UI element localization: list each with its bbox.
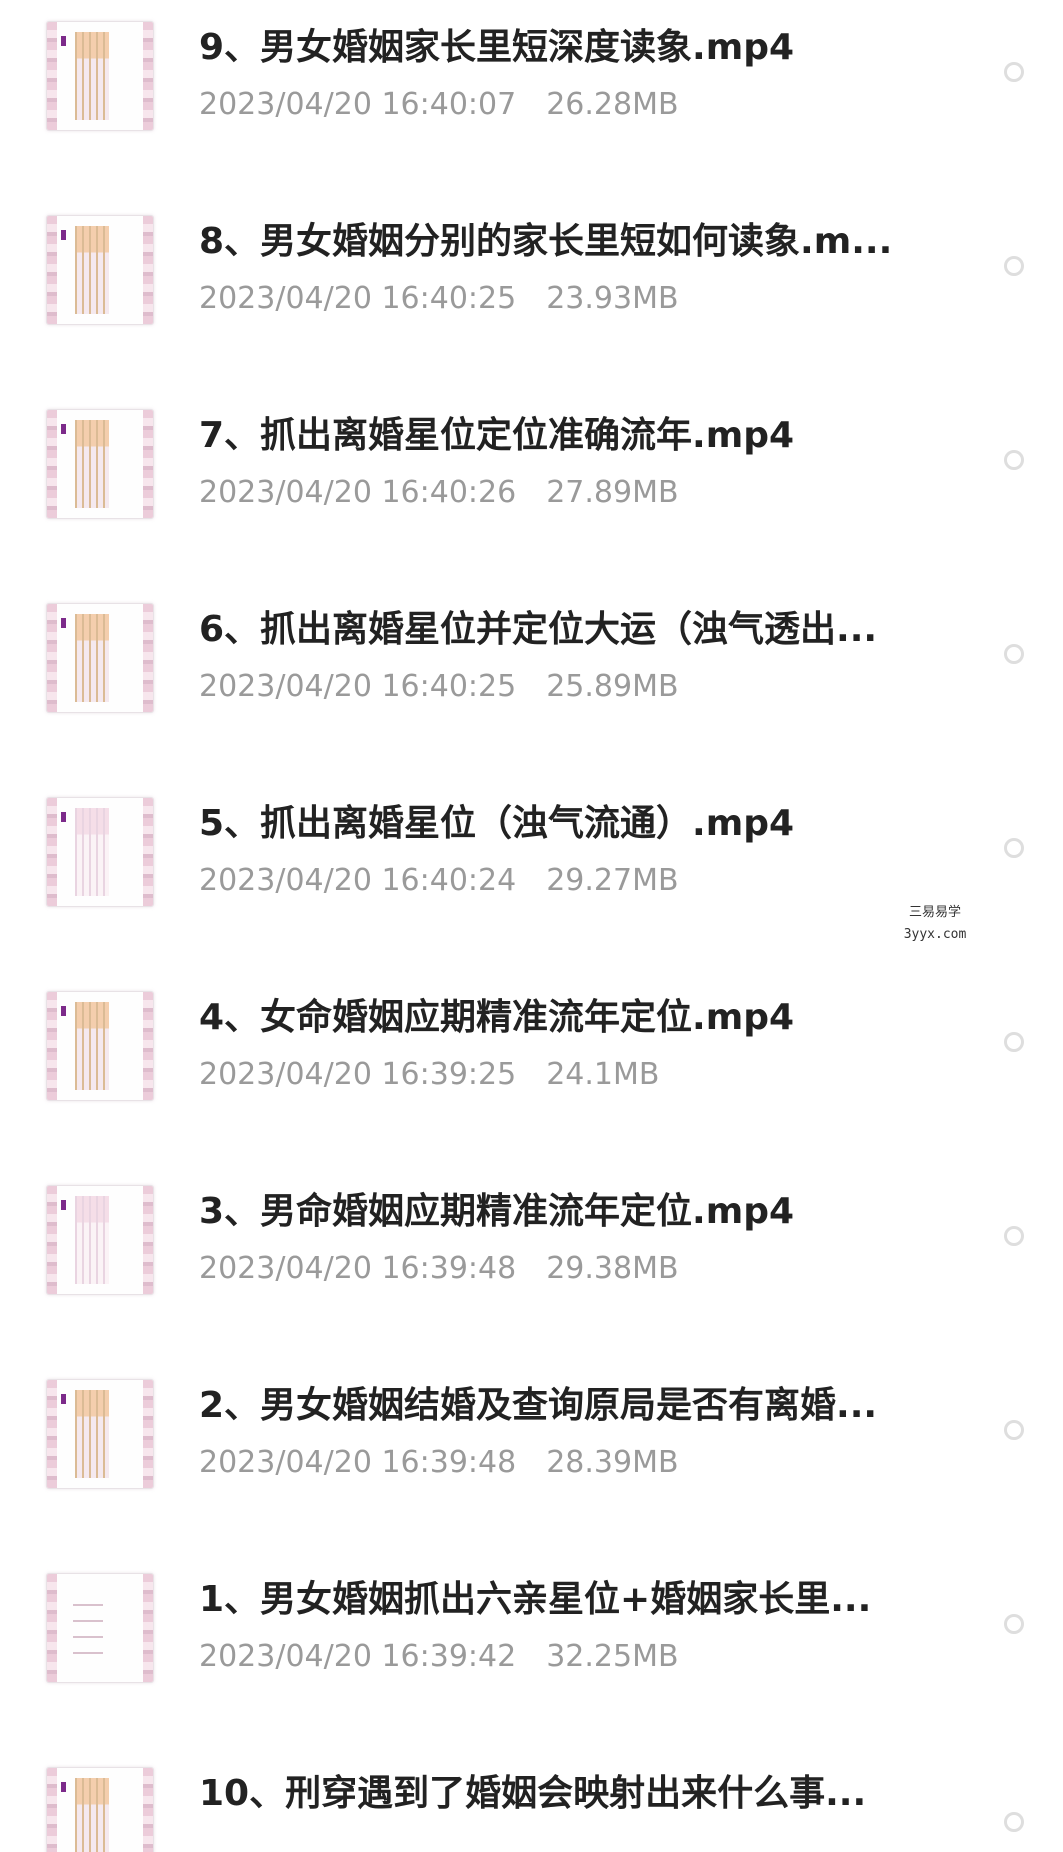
file-date: 2023/04/20 16:39:48 <box>199 1251 517 1286</box>
list-item[interactable]: 6、抓出离婚星位并定位大运（浊气透出... 2023/04/20 16:40:2… <box>0 582 1063 776</box>
list-item[interactable]: 2、男女婚姻结婚及查询原局是否有离婚... 2023/04/20 16:39:4… <box>0 1358 1063 1552</box>
file-size: 27.89MB <box>546 475 679 510</box>
watermark-line1: 三易易学 <box>908 905 961 920</box>
file-date: 2023/04/20 16:39:25 <box>199 1057 517 1092</box>
radio-unselected-icon[interactable] <box>1004 256 1024 276</box>
file-meta: 2023/04/20 16:40:25 23.93MB <box>199 279 679 319</box>
file-date: 2023/04/20 16:40:25 <box>199 669 517 704</box>
file-date: 2023/04/20 16:40:26 <box>199 475 517 510</box>
file-title: 3、男命婚姻应期精准流年定位.mp4 <box>199 1191 795 1232</box>
video-thumbnail-icon <box>46 797 154 907</box>
radio-unselected-icon[interactable] <box>1004 1420 1024 1440</box>
file-meta: 2023/04/20 16:40:25 25.89MB <box>199 667 679 707</box>
radio-unselected-icon[interactable] <box>1004 1032 1024 1052</box>
file-date: 2023/04/20 16:40:25 <box>199 281 517 316</box>
list-item[interactable]: 8、男女婚姻分别的家长里短如何读象.m... 2023/04/20 16:40:… <box>0 194 1063 388</box>
file-title: 9、男女婚姻家长里短深度读象.mp4 <box>199 27 795 68</box>
file-meta: 2023/04/20 16:39:48 28.39MB <box>199 1443 679 1483</box>
file-size: 28.39MB <box>546 1445 679 1480</box>
list-item[interactable]: 7、抓出离婚星位定位准确流年.mp4 2023/04/20 16:40:26 27… <box>0 388 1063 582</box>
radio-unselected-icon[interactable] <box>1004 644 1024 664</box>
file-meta: 2023/04/20 16:39:48 29.38MB <box>199 1249 679 1289</box>
file-size: 26.28MB <box>546 87 679 122</box>
radio-unselected-icon[interactable] <box>1004 1614 1024 1634</box>
file-title: 6、抓出离婚星位并定位大运（浊气透出... <box>199 609 878 650</box>
file-size: 29.27MB <box>546 863 679 898</box>
video-thumbnail-icon <box>46 1379 154 1489</box>
radio-unselected-icon[interactable] <box>1004 838 1024 858</box>
radio-unselected-icon[interactable] <box>1004 62 1024 82</box>
list-item[interactable]: 9、男女婚姻家长里短深度读象.mp4 2023/04/20 16:40:07 26… <box>0 0 1063 194</box>
video-thumbnail-icon <box>46 409 154 519</box>
watermark: 三易易学 3yyx.com <box>895 902 975 946</box>
file-meta: 2023/04/20 16:40:07 26.28MB <box>199 85 679 125</box>
list-item[interactable]: 1、男女婚姻抓出六亲星位+婚姻家长里... 2023/04/20 16:39:4… <box>0 1552 1063 1746</box>
file-meta: 2023/04/20 16:39:25 24.1MB <box>199 1055 659 1095</box>
file-title: 5、抓出离婚星位（浊气流通）.mp4 <box>199 803 795 844</box>
file-title: 4、女命婚姻应期精准流年定位.mp4 <box>199 997 795 1038</box>
file-meta: 2023/04/20 16:40:26 27.89MB <box>199 473 679 513</box>
file-date: 2023/04/20 16:39:48 <box>199 1445 517 1480</box>
file-list: 9、男女婚姻家长里短深度读象.mp4 2023/04/20 16:40:07 26… <box>0 0 1063 1852</box>
file-size: 32.25MB <box>546 1639 679 1674</box>
list-item[interactable]: 10、刑穿遇到了婚姻会映射出来什么事... <box>0 1746 1063 1852</box>
file-title: 1、男女婚姻抓出六亲星位+婚姻家长里... <box>199 1579 872 1620</box>
file-date: 2023/04/20 16:40:24 <box>199 863 517 898</box>
video-thumbnail-icon <box>46 1185 154 1295</box>
video-thumbnail-icon <box>46 603 154 713</box>
video-thumbnail-icon <box>46 21 154 131</box>
file-title: 2、男女婚姻结婚及查询原局是否有离婚... <box>199 1385 878 1426</box>
radio-unselected-icon[interactable] <box>1004 1812 1024 1832</box>
file-title: 8、男女婚姻分别的家长里短如何读象.m... <box>199 221 893 262</box>
file-title: 7、抓出离婚星位定位准确流年.mp4 <box>199 415 795 456</box>
file-size: 29.38MB <box>546 1251 679 1286</box>
video-thumbnail-icon <box>46 1573 154 1683</box>
file-title: 10、刑穿遇到了婚姻会映射出来什么事... <box>199 1773 867 1814</box>
list-item[interactable]: 4、女命婚姻应期精准流年定位.mp4 2023/04/20 16:39:25 24… <box>0 970 1063 1164</box>
file-size: 25.89MB <box>546 669 679 704</box>
file-meta: 2023/04/20 16:39:42 32.25MB <box>199 1637 679 1677</box>
video-thumbnail-icon <box>46 991 154 1101</box>
list-item[interactable]: 3、男命婚姻应期精准流年定位.mp4 2023/04/20 16:39:48 29… <box>0 1164 1063 1358</box>
file-meta: 2023/04/20 16:40:24 29.27MB <box>199 861 679 901</box>
watermark-line2: 3yyx.com <box>903 927 967 942</box>
file-date: 2023/04/20 16:40:07 <box>199 87 517 122</box>
file-size: 23.93MB <box>546 281 679 316</box>
video-thumbnail-icon <box>46 215 154 325</box>
video-thumbnail-icon <box>46 1767 154 1852</box>
file-size: 24.1MB <box>546 1057 660 1092</box>
radio-unselected-icon[interactable] <box>1004 450 1024 470</box>
radio-unselected-icon[interactable] <box>1004 1226 1024 1246</box>
file-date: 2023/04/20 16:39:42 <box>199 1639 517 1674</box>
